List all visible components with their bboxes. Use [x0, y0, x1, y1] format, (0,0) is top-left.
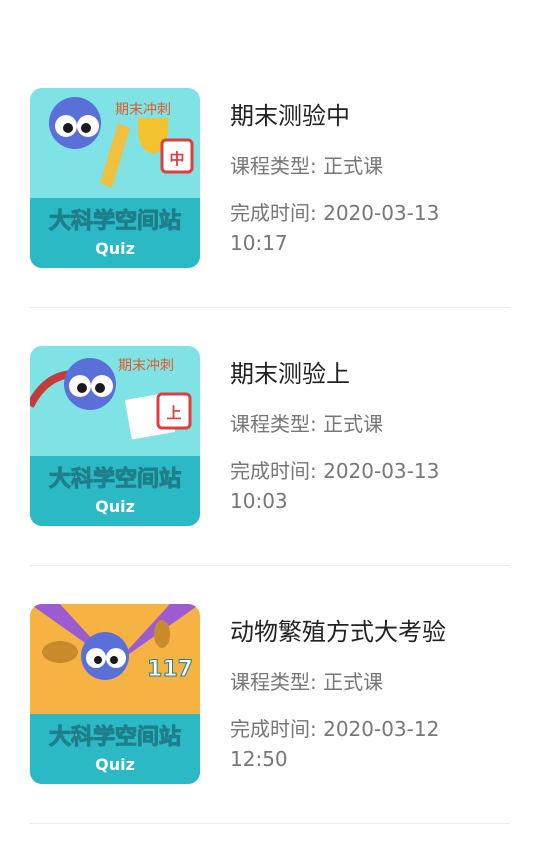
thumbnail-quiz: Quiz	[95, 497, 135, 516]
mascot-pupil-left	[94, 656, 102, 664]
course-completion-time: 完成时间: 2020-03-13 10:17	[230, 201, 440, 255]
thumbnail-quiz: Quiz	[95, 755, 135, 774]
course-item[interactable]: 期末冲刺 上 大科学空间站 Quiz 期末测验上 课程类型: 正式课 完成时间:…	[0, 258, 540, 526]
course-thumbnail[interactable]: 期末冲刺 上 大科学空间站 Quiz	[30, 346, 200, 526]
thumbnail-banner: 期末冲刺	[115, 102, 171, 118]
mascot-pupil-left	[63, 123, 73, 133]
course-thumbnail[interactable]: 117 大科学空间站 Quiz	[30, 604, 200, 784]
course-title[interactable]: 动物繁殖方式大考验	[230, 612, 446, 647]
course-item[interactable]: 117 大科学空间站 Quiz 动物繁殖方式大考验 课程类型: 正式课 完成时间…	[0, 516, 540, 784]
course-title[interactable]: 期末测验中	[230, 96, 350, 131]
course-thumbnail-art: 117 大科学空间站 Quiz	[30, 604, 200, 784]
course-thumbnail-art: 期末冲刺 中 大科学空间站 Quiz	[30, 88, 200, 268]
thumbnail-badge: 上	[166, 404, 181, 422]
course-type: 课程类型: 正式课	[230, 154, 384, 178]
mascot-pupil-right	[81, 123, 91, 133]
thumbnail-badge: 117	[147, 657, 193, 682]
course-type: 课程类型: 正式课	[230, 670, 384, 694]
thumbnail-badge: 中	[169, 150, 184, 168]
course-completion-time: 完成时间: 2020-03-13 10:03	[230, 459, 440, 513]
mascot-pupil-left	[77, 383, 87, 393]
course-item[interactable]: 期末冲刺 中 大科学空间站 Quiz 期末测验中 课程类型: 正式课 完成时间:…	[0, 0, 540, 268]
thumbnail-banner: 期末冲刺	[118, 358, 174, 374]
course-type: 课程类型: 正式课	[230, 412, 384, 436]
thumbnail-brand: 大科学空间站	[49, 208, 181, 234]
course-thumbnail[interactable]: 期末冲刺 中 大科学空间站 Quiz	[30, 88, 200, 268]
mascot-pupil-right	[95, 383, 105, 393]
course-thumbnail-art: 期末冲刺 上 大科学空间站 Quiz	[30, 346, 200, 526]
thumbnail-brand: 大科学空间站	[49, 724, 181, 750]
list-divider	[30, 823, 510, 824]
thumbnail-quiz: Quiz	[95, 239, 135, 258]
course-title[interactable]: 期末测验上	[230, 354, 350, 389]
elephant-icon	[42, 641, 78, 663]
kangaroo-icon	[154, 620, 170, 648]
mascot-pupil-right	[110, 656, 118, 664]
course-completion-time: 完成时间: 2020-03-12 12:50	[230, 717, 440, 771]
thumbnail-brand: 大科学空间站	[49, 466, 181, 492]
